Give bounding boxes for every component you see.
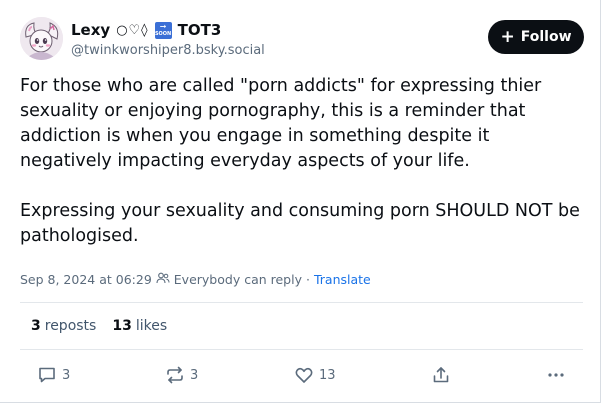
soon-arrow-icon: ➞ SOON <box>154 21 172 39</box>
heart-icon <box>294 365 314 385</box>
author-handle[interactable]: @twinkworshiper8.bsky.social <box>71 43 265 58</box>
post-actions: 3 3 13 <box>0 362 601 388</box>
author-name-suffix: TOT3 <box>177 21 222 39</box>
avatar-image <box>20 17 63 60</box>
translate-link[interactable]: Translate <box>314 272 371 287</box>
author-name-row[interactable]: Lexy ○♡◊ ➞ SOON TOT3 <box>71 21 221 39</box>
reply-icon <box>37 365 57 385</box>
follow-button[interactable]: + Follow <box>488 20 584 54</box>
meta-separator: · <box>305 272 310 287</box>
likes-label[interactable]: likes <box>136 318 167 334</box>
plus-icon: + <box>500 26 515 47</box>
engagement-stats: 3 reposts 13 likes <box>31 318 167 334</box>
more-options-button[interactable] <box>546 362 566 388</box>
share-button[interactable] <box>431 362 451 388</box>
repost-count: 3 <box>190 367 199 383</box>
post-card: Lexy ○♡◊ ➞ SOON TOT3 @twinkworshiper8.bs… <box>0 0 601 403</box>
share-icon <box>431 365 451 385</box>
more-dots-icon <box>546 365 566 385</box>
reposts-label[interactable]: reposts <box>45 318 97 334</box>
people-icon <box>156 272 170 287</box>
likes-count[interactable]: 13 <box>112 318 131 334</box>
author-name-symbols: ○♡◊ <box>116 22 149 38</box>
author-display-name: Lexy <box>71 21 111 39</box>
post-timestamp[interactable]: Sep 8, 2024 at 06:29 <box>20 272 152 287</box>
repost-button[interactable]: 3 <box>165 362 198 388</box>
reply-button[interactable]: 3 <box>37 362 70 388</box>
soon-badge-text: SOON <box>154 30 172 37</box>
reply-count: 3 <box>62 367 71 383</box>
follow-label: Follow <box>520 29 572 45</box>
divider <box>20 349 583 350</box>
reposts-count[interactable]: 3 <box>31 318 41 334</box>
reply-setting: Everybody can reply <box>173 272 302 287</box>
post-paragraph: For those who are called "porn addicts" … <box>20 76 542 171</box>
repost-icon <box>165 365 185 385</box>
like-count: 13 <box>319 367 336 383</box>
like-button[interactable]: 13 <box>294 362 336 388</box>
post-meta: Sep 8, 2024 at 06:29 Everybody can reply… <box>20 272 371 287</box>
post-text: For those who are called "porn addicts" … <box>20 74 586 249</box>
divider <box>20 302 583 303</box>
post-paragraph: Expressing your sexuality and consuming … <box>20 201 580 246</box>
avatar[interactable] <box>20 17 63 60</box>
